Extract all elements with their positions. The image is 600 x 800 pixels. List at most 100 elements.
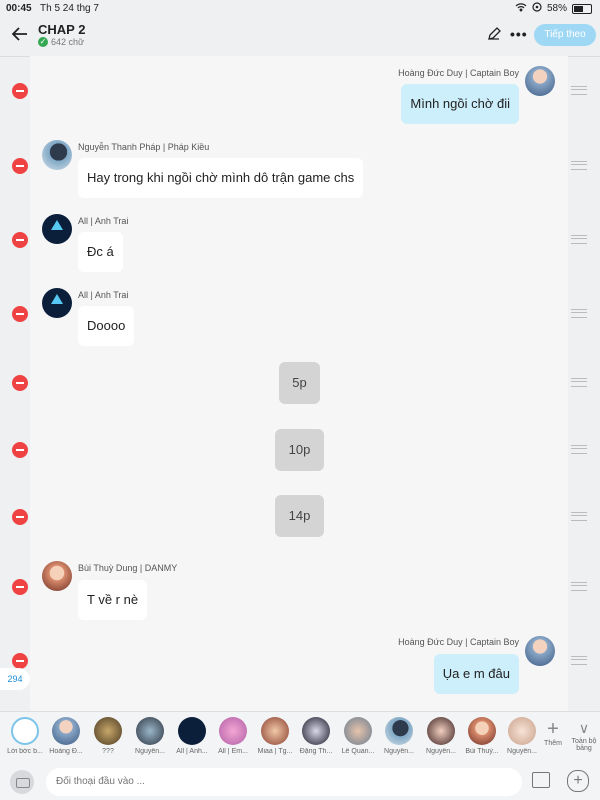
character-chip[interactable]: Bùi Thuỳ... bbox=[462, 717, 502, 755]
delete-message-button[interactable] bbox=[12, 509, 28, 525]
time-skip-block[interactable]: 14p bbox=[275, 495, 324, 537]
show-all-button[interactable]: ∨ Toàn bộ bảng bbox=[568, 718, 600, 752]
message-bubble[interactable]: Mình ngồi chờ đii bbox=[401, 84, 519, 124]
location-icon bbox=[532, 2, 542, 15]
composer-bar: + bbox=[0, 763, 600, 800]
delete-message-button[interactable] bbox=[12, 442, 28, 458]
sender-name: Bùi Thuỳ Dung | DANMY bbox=[78, 563, 178, 573]
avatar bbox=[468, 717, 496, 745]
pencil-icon bbox=[488, 27, 501, 40]
message-bubble[interactable]: T về r nè bbox=[78, 580, 148, 620]
avatar bbox=[11, 717, 39, 745]
character-label: Nguyễn... bbox=[426, 748, 456, 755]
character-chip[interactable]: Nguyễn... bbox=[421, 717, 461, 755]
drag-handle[interactable] bbox=[571, 161, 587, 170]
chapter-header: CHAP 2 ✓ 642 chữ ••• Tiếp theo bbox=[0, 16, 600, 57]
drag-handle[interactable] bbox=[571, 378, 587, 387]
drag-handle[interactable] bbox=[571, 582, 587, 591]
avatar bbox=[302, 717, 330, 745]
delete-message-button[interactable] bbox=[12, 83, 28, 99]
delete-message-button[interactable] bbox=[12, 232, 28, 248]
status-bar: 00:45 Th 5 24 thg 7 58% bbox=[0, 0, 600, 16]
avatar bbox=[525, 66, 555, 96]
avatar bbox=[427, 717, 455, 745]
drag-handle[interactable] bbox=[571, 309, 587, 318]
comment-count-badge[interactable]: 294 bbox=[0, 668, 30, 690]
character-chip[interactable]: Nguyễn... bbox=[502, 717, 542, 755]
time-skip-block[interactable]: 5p bbox=[279, 362, 320, 404]
avatar bbox=[344, 717, 372, 745]
sender-name: Hoàng Đức Duy | Captain Boy bbox=[398, 68, 519, 78]
character-label: Miaa | Tg... bbox=[257, 748, 293, 755]
message-bubble[interactable]: Hay trong khi ngồi chờ mình dô trận game… bbox=[78, 158, 364, 198]
all-label: Toàn bộ bảng bbox=[571, 738, 597, 752]
status-time: 00:45 bbox=[6, 3, 32, 14]
character-label: ??? bbox=[102, 748, 114, 755]
character-label: Nguyễn... bbox=[135, 748, 165, 755]
character-label: All | Anh... bbox=[176, 748, 208, 755]
character-chip[interactable]: Nguyễn... bbox=[379, 717, 419, 755]
avatar bbox=[261, 717, 289, 745]
delete-message-button[interactable] bbox=[12, 653, 28, 669]
arrow-left-icon bbox=[12, 27, 27, 41]
character-chip[interactable]: Đặng Th... bbox=[296, 717, 336, 755]
avatar bbox=[42, 140, 72, 170]
drag-handle[interactable] bbox=[571, 235, 587, 244]
message-type-icon[interactable] bbox=[10, 770, 34, 794]
character-label: Bùi Thuỳ... bbox=[465, 748, 499, 755]
character-chip[interactable]: Hoàng Đ... bbox=[46, 717, 86, 755]
drag-handle[interactable] bbox=[571, 656, 587, 665]
character-label: All | Em... bbox=[218, 748, 248, 755]
avatar bbox=[42, 288, 72, 318]
delete-message-button[interactable] bbox=[12, 375, 28, 391]
status-right: 58% bbox=[515, 2, 592, 15]
edit-button[interactable] bbox=[486, 26, 502, 42]
character-label: Đặng Th... bbox=[299, 748, 333, 755]
back-button[interactable] bbox=[8, 22, 32, 46]
chevron-down-icon: ∨ bbox=[578, 720, 590, 736]
delete-message-button[interactable] bbox=[12, 158, 28, 174]
next-chapter-button[interactable]: Tiếp theo bbox=[534, 24, 596, 46]
character-chip-narrator[interactable]: Lời bớc b... bbox=[5, 717, 45, 755]
avatar bbox=[525, 636, 555, 666]
word-count-label: 642 chữ bbox=[51, 37, 85, 47]
character-chip[interactable]: All | Anh... bbox=[172, 717, 212, 755]
drag-handle[interactable] bbox=[571, 445, 587, 454]
add-icon[interactable]: + bbox=[567, 770, 589, 792]
character-label: Hoàng Đ... bbox=[49, 748, 83, 755]
message-bubble[interactable]: Doooo bbox=[78, 306, 135, 346]
sender-name: Nguyễn Thanh Pháp | Pháp Kiều bbox=[78, 142, 210, 152]
character-strip: Lời bớc b... Hoàng Đ... ??? Nguyễn... Al… bbox=[0, 711, 600, 764]
more-options-button[interactable]: ••• bbox=[510, 26, 528, 42]
add-character-button[interactable]: + Thêm bbox=[540, 718, 566, 747]
avatar bbox=[178, 717, 206, 745]
chapter-title: CHAP 2 bbox=[38, 22, 86, 37]
battery-percent: 58% bbox=[546, 3, 567, 14]
character-chip[interactable]: ??? bbox=[88, 717, 128, 755]
message-bubble[interactable]: Đc á bbox=[78, 232, 123, 272]
sender-name: Hoàng Đức Duy | Captain Boy bbox=[398, 637, 519, 647]
dialogue-input[interactable] bbox=[46, 768, 522, 796]
image-icon[interactable] bbox=[532, 772, 550, 788]
message-bubble[interactable]: Ụa e m đâu bbox=[433, 654, 519, 694]
character-chip[interactable]: All | Em... bbox=[213, 717, 253, 755]
character-chip[interactable]: Lê Quan... bbox=[338, 717, 378, 755]
drag-handle[interactable] bbox=[571, 512, 587, 521]
time-skip-block[interactable]: 10p bbox=[275, 429, 324, 471]
character-label: Nguyễn... bbox=[507, 748, 537, 755]
avatar bbox=[42, 561, 72, 591]
character-label: Nguyễn... bbox=[384, 748, 414, 755]
avatar bbox=[219, 717, 247, 745]
drag-handle[interactable] bbox=[571, 86, 587, 95]
delete-message-button[interactable] bbox=[12, 579, 28, 595]
character-label: Lời bớc b... bbox=[7, 748, 43, 755]
plus-icon: + bbox=[547, 718, 559, 740]
wifi-icon bbox=[515, 2, 527, 15]
character-label: Lê Quan... bbox=[341, 748, 375, 755]
sender-name: All | Anh Trai bbox=[78, 290, 129, 300]
delete-message-button[interactable] bbox=[12, 306, 28, 322]
avatar bbox=[508, 717, 536, 745]
character-chip[interactable]: Nguyễn... bbox=[130, 717, 170, 755]
status-date: Th 5 24 thg 7 bbox=[40, 3, 99, 14]
character-chip[interactable]: Miaa | Tg... bbox=[255, 717, 295, 755]
